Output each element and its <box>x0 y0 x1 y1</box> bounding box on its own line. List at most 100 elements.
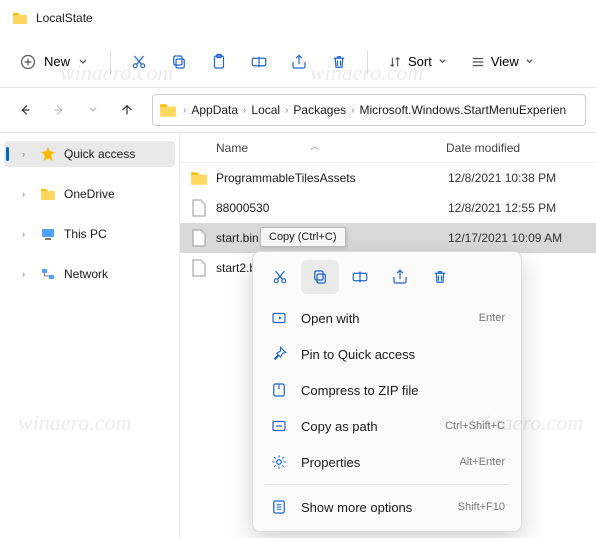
file-row[interactable]: start.bin 12/17/2021 10:09 AM <box>180 223 596 253</box>
chevron-right-icon: › <box>22 269 32 279</box>
new-label: New <box>44 54 70 69</box>
pc-icon <box>40 226 56 242</box>
ctx-rename-button[interactable] <box>341 260 379 294</box>
paste-icon <box>210 53 228 71</box>
context-menu-iconrow <box>259 258 515 300</box>
context-menu: Open with Enter Pin to Quick access Comp… <box>252 251 522 532</box>
paste-button[interactable] <box>201 44 237 80</box>
nav-back-button[interactable] <box>10 95 40 125</box>
delete-button[interactable] <box>321 44 357 80</box>
sort-button[interactable]: Sort <box>378 48 457 75</box>
sidebar-item-label: This PC <box>64 227 107 241</box>
folder-icon <box>40 186 56 202</box>
ctx-pin-quick-access[interactable]: Pin to Quick access <box>259 336 515 372</box>
cut-icon <box>271 268 289 286</box>
share-button[interactable] <box>281 44 317 80</box>
breadcrumb-segment[interactable]: AppData <box>188 103 241 117</box>
ctx-share-button[interactable] <box>381 260 419 294</box>
ctx-item-label: Copy as path <box>301 419 445 434</box>
file-row[interactable]: ProgrammableTilesAssets 12/8/2021 10:38 … <box>180 163 596 193</box>
plus-circle-icon <box>20 54 36 70</box>
arrow-left-icon <box>18 103 32 117</box>
nav-recent-button[interactable] <box>78 95 108 125</box>
sidebar-item-network[interactable]: › Network <box>0 261 179 287</box>
chevron-right-icon: › <box>283 105 290 116</box>
view-label: View <box>491 54 519 69</box>
star-icon <box>40 146 56 162</box>
view-icon <box>471 55 485 69</box>
more-options-icon <box>269 497 289 517</box>
address-bar[interactable]: › AppData › Local › Packages › Microsoft… <box>152 94 586 126</box>
ctx-copy-as-path[interactable]: Copy as path Ctrl+Shift+C <box>259 408 515 444</box>
nav-forward-button[interactable] <box>44 95 74 125</box>
ctx-item-shortcut: Alt+Enter <box>459 456 505 468</box>
sidebar-item-onedrive[interactable]: › OneDrive <box>0 181 179 207</box>
ctx-delete-button[interactable] <box>421 260 459 294</box>
sidebar-item-label: Quick access <box>64 147 135 161</box>
nav-up-button[interactable] <box>112 95 142 125</box>
ctx-item-shortcut: Ctrl+Shift+C <box>445 420 505 432</box>
chevron-right-icon: › <box>22 149 32 159</box>
copy-icon <box>170 53 188 71</box>
chevron-right-icon: › <box>22 229 32 239</box>
cut-icon <box>130 53 148 71</box>
file-icon <box>190 199 208 217</box>
sidebar-item-quick-access[interactable]: › Quick access <box>4 141 175 167</box>
zip-icon <box>269 380 289 400</box>
chevron-down-icon <box>525 57 534 66</box>
new-button[interactable]: New <box>8 48 100 76</box>
ctx-item-label: Compress to ZIP file <box>301 383 505 398</box>
chevron-down-icon <box>438 57 447 66</box>
ctx-item-label: Pin to Quick access <box>301 347 505 362</box>
ctx-show-more-options[interactable]: Show more options Shift+F10 <box>259 489 515 525</box>
sidebar-item-label: OneDrive <box>64 187 115 201</box>
file-pane: Name ︿ Date modified ProgrammableTilesAs… <box>180 133 596 538</box>
separator <box>110 50 111 74</box>
file-name: ProgrammableTilesAssets <box>216 171 448 185</box>
breadcrumb-segment[interactable]: Microsoft.Windows.StartMenuExperien <box>356 103 569 117</box>
file-icon <box>190 259 208 277</box>
sidebar-item-label: Network <box>64 267 108 281</box>
pin-icon <box>269 344 289 364</box>
arrow-right-icon <box>52 103 66 117</box>
column-header-name[interactable]: Name ︿ <box>180 141 440 155</box>
arrow-up-icon <box>120 103 134 117</box>
copy-icon <box>311 268 329 286</box>
breadcrumb-segment[interactable]: Local <box>248 103 283 117</box>
share-icon <box>290 53 308 71</box>
sort-label: Sort <box>408 54 432 69</box>
ctx-item-label: Properties <box>301 455 459 470</box>
ctx-item-shortcut: Enter <box>479 312 505 324</box>
file-date: 12/8/2021 10:38 PM <box>448 171 596 185</box>
ctx-open-with[interactable]: Open with Enter <box>259 300 515 336</box>
chevron-down-icon <box>78 57 88 67</box>
delete-icon <box>330 53 348 71</box>
chevron-right-icon: › <box>241 105 248 116</box>
column-header-date[interactable]: Date modified <box>440 141 596 155</box>
sort-asc-icon: ︿ <box>310 139 319 152</box>
open-with-icon <box>269 308 289 328</box>
separator <box>367 50 368 74</box>
navbar: › AppData › Local › Packages › Microsoft… <box>0 88 596 132</box>
rename-button[interactable] <box>241 44 277 80</box>
copy-button[interactable] <box>161 44 197 80</box>
ctx-compress-zip[interactable]: Compress to ZIP file <box>259 372 515 408</box>
file-row[interactable]: 88000530 12/8/2021 12:55 PM <box>180 193 596 223</box>
ctx-cut-button[interactable] <box>261 260 299 294</box>
cut-button[interactable] <box>121 44 157 80</box>
breadcrumb-segment[interactable]: Packages <box>290 103 349 117</box>
window-title: LocalState <box>36 11 93 25</box>
folder-icon <box>190 169 208 187</box>
sidebar: › Quick access › OneDrive › This PC › Ne… <box>0 133 180 538</box>
ctx-item-label: Show more options <box>301 500 458 515</box>
view-button[interactable]: View <box>461 48 544 75</box>
ctx-properties[interactable]: Properties Alt+Enter <box>259 444 515 480</box>
ctx-copy-button[interactable] <box>301 260 339 294</box>
delete-icon <box>431 268 449 286</box>
chevron-right-icon: › <box>181 105 188 116</box>
sidebar-item-this-pc[interactable]: › This PC <box>0 221 179 247</box>
share-icon <box>391 268 409 286</box>
chevron-right-icon: › <box>349 105 356 116</box>
separator <box>265 484 509 485</box>
rename-icon <box>351 268 369 286</box>
